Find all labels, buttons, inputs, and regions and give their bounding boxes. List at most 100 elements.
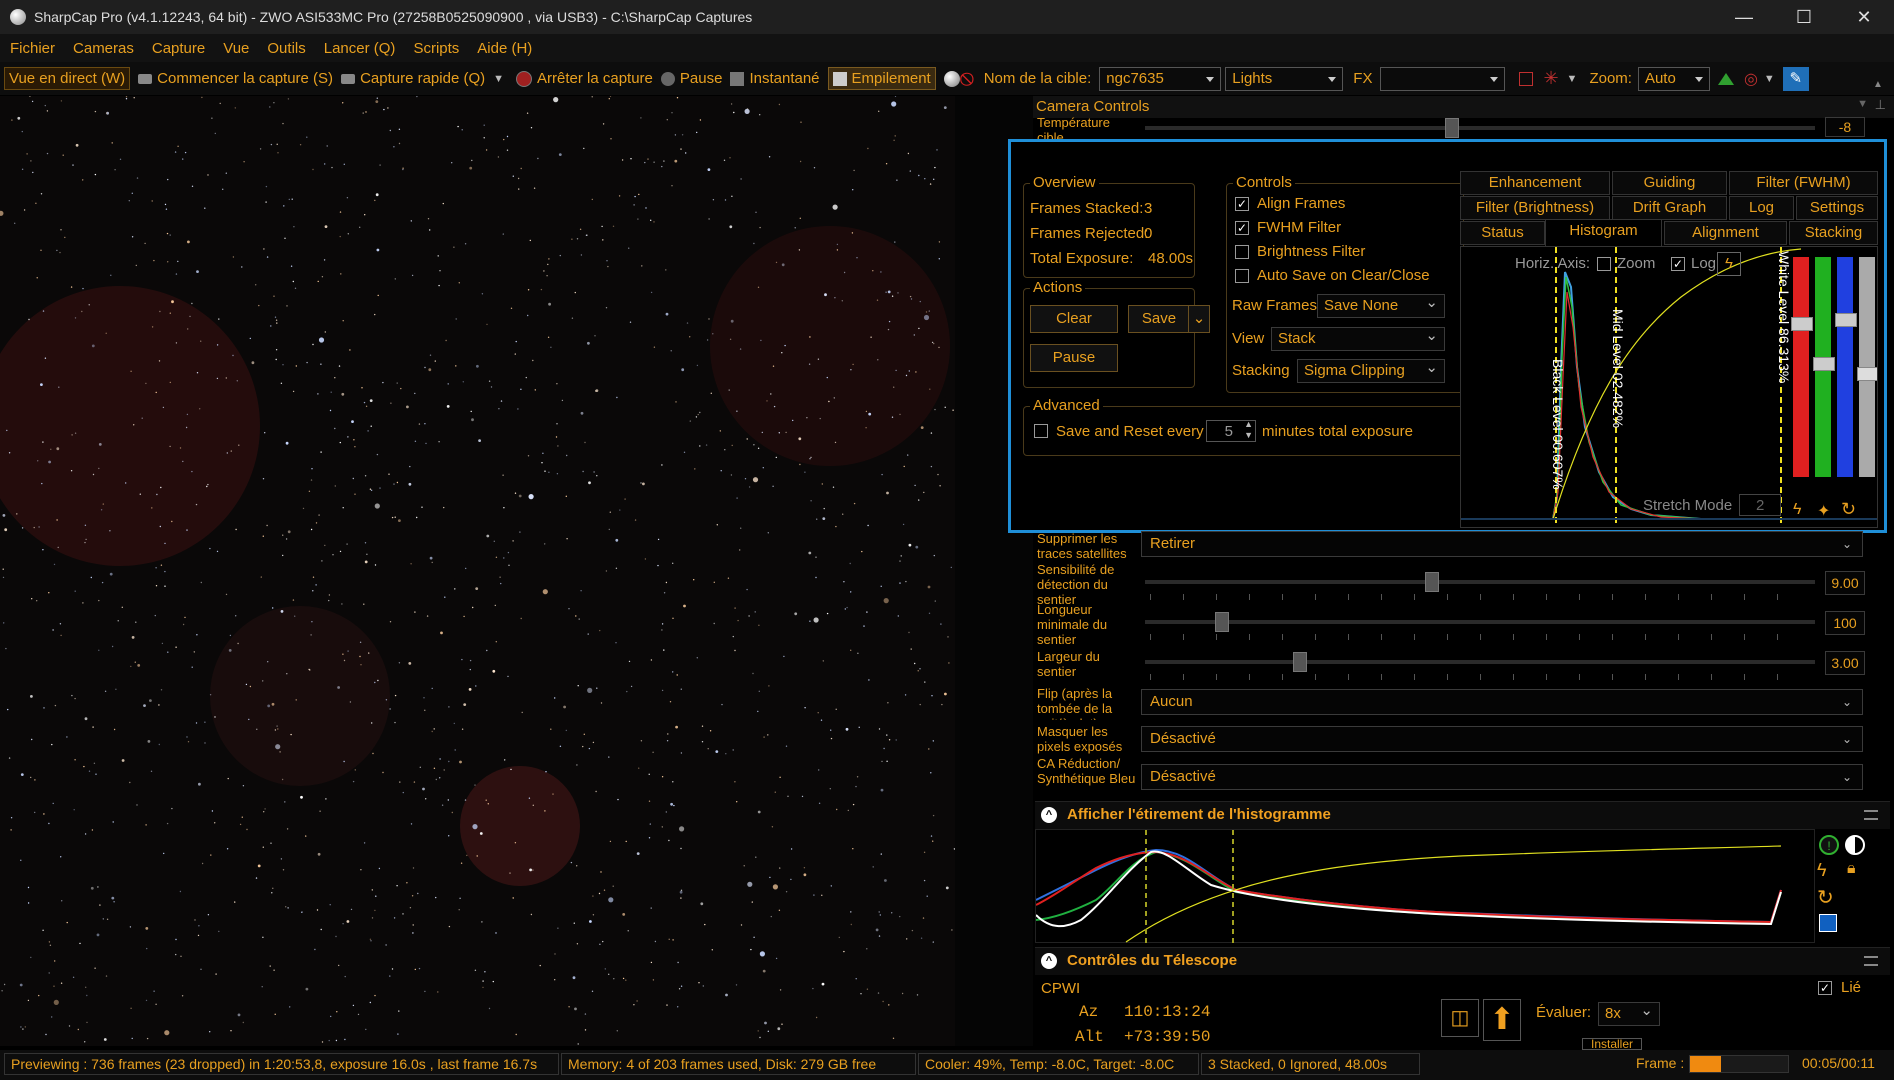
- section-menu-icon[interactable]: [1864, 956, 1878, 966]
- pen-icon[interactable]: ✎: [1782, 66, 1809, 91]
- blue-slider[interactable]: [1835, 257, 1857, 477]
- min-trail-length-slider[interactable]: [1145, 612, 1815, 632]
- tab-settings[interactable]: Settings: [1796, 196, 1878, 220]
- spin-down-icon[interactable]: ▼: [1244, 430, 1253, 440]
- linked-checkbox[interactable]: ✓: [1818, 981, 1832, 995]
- save-button[interactable]: Save: [1128, 305, 1190, 333]
- save-icon[interactable]: [1819, 914, 1837, 932]
- live-view-button[interactable]: Vue en direct (W): [4, 67, 131, 90]
- histogram-icon[interactable]: [1717, 72, 1734, 85]
- tab-guiding[interactable]: Guiding: [1612, 171, 1727, 195]
- scroll-up-icon[interactable]: ▲: [1873, 79, 1883, 90]
- pin-icon[interactable]: ⊥: [1875, 97, 1886, 113]
- chevron-down-icon[interactable]: ▼: [1764, 73, 1775, 85]
- chevron-down-icon[interactable]: ▼: [1567, 73, 1578, 85]
- green-slider[interactable]: [1813, 257, 1835, 477]
- slider-knob[interactable]: [1445, 118, 1459, 138]
- menu-launch[interactable]: Lancer (Q): [324, 40, 396, 57]
- auto-stretch-icon[interactable]: ϟ: [1817, 860, 1827, 881]
- trail-sensitivity-slider[interactable]: [1145, 572, 1815, 592]
- target-temperature-value[interactable]: -8: [1825, 117, 1865, 137]
- pause-stack-button[interactable]: Pause: [1030, 344, 1118, 372]
- zoom-checkbox[interactable]: [1597, 257, 1611, 271]
- menu-scripts[interactable]: Scripts: [413, 40, 459, 57]
- reticle-icon[interactable]: [1519, 71, 1534, 86]
- satellite-trails-select[interactable]: Retirer ⌄: [1141, 531, 1863, 557]
- slider-knob[interactable]: [1813, 357, 1835, 371]
- menu-cameras[interactable]: Cameras: [73, 40, 134, 57]
- install-button[interactable]: Installer: [1582, 1038, 1643, 1050]
- menu-help[interactable]: Aide (H): [477, 40, 532, 57]
- luminance-slider[interactable]: [1857, 257, 1877, 477]
- telescope-controls-header[interactable]: ^ Contrôles du Télescope: [1035, 947, 1890, 975]
- flip-select[interactable]: Aucun ⌄: [1141, 689, 1863, 715]
- lock-icon[interactable]: 🔒︎: [1847, 860, 1856, 878]
- target-name-select[interactable]: ngc7635: [1099, 66, 1222, 91]
- minimize-button[interactable]: —: [1714, 0, 1774, 34]
- slider-knob[interactable]: [1857, 367, 1877, 381]
- stretch-mode-stepper[interactable]: 2: [1739, 494, 1781, 516]
- min-trail-length-value[interactable]: 100: [1825, 611, 1865, 635]
- target-icon[interactable]: ◎: [1744, 69, 1758, 89]
- fx-select[interactable]: [1380, 66, 1506, 91]
- sphere-icon[interactable]: [943, 70, 960, 87]
- slider-knob[interactable]: [1215, 612, 1229, 632]
- slider-knob[interactable]: [1835, 313, 1857, 327]
- contrast-icon[interactable]: [1845, 835, 1865, 855]
- cross-icon[interactable]: ✳: [1543, 68, 1558, 89]
- tab-filter-fwhm[interactable]: Filter (FWHM): [1729, 171, 1878, 195]
- zoom-select[interactable]: Auto: [1637, 66, 1710, 91]
- log-checkbox[interactable]: ✓: [1671, 257, 1685, 271]
- stacking-mode-select[interactable]: Sigma Clipping: [1297, 357, 1445, 383]
- menu-view[interactable]: Vue: [223, 40, 249, 57]
- stop-capture-button[interactable]: Arrêter la capture: [516, 70, 653, 87]
- save-dropdown-button[interactable]: ⌄: [1188, 305, 1210, 333]
- camera-preview-image[interactable]: [0, 96, 955, 1046]
- view-select[interactable]: Stack: [1271, 325, 1445, 351]
- menu-capture[interactable]: Capture: [152, 40, 205, 57]
- collapse-icon[interactable]: ^: [1041, 953, 1057, 969]
- histogram-stretch-header[interactable]: ^ Afficher l'étirement de l'histogramme: [1035, 801, 1890, 829]
- histogram-stretch-chart[interactable]: [1035, 829, 1815, 944]
- stacking-button[interactable]: Empilement: [827, 67, 936, 90]
- red-slider[interactable]: [1791, 257, 1813, 477]
- save-reset-checkbox[interactable]: [1034, 424, 1048, 438]
- start-capture-button[interactable]: Commencer la capture (S): [138, 70, 333, 87]
- menu-tools[interactable]: Outils: [267, 40, 305, 57]
- tab-status[interactable]: Status: [1460, 221, 1545, 245]
- quick-capture-button[interactable]: Capture rapide (Q) ▼: [341, 70, 504, 87]
- trail-width-slider[interactable]: [1145, 652, 1815, 672]
- raw-frames-select[interactable]: Save None: [1317, 292, 1445, 318]
- menu-file[interactable]: Fichier: [10, 40, 55, 57]
- tab-enhancement[interactable]: Enhancement: [1460, 171, 1610, 195]
- chevron-down-icon[interactable]: ▼: [1857, 98, 1868, 110]
- rate-select[interactable]: 8x: [1598, 1000, 1660, 1026]
- target-temperature-slider[interactable]: [1145, 118, 1815, 138]
- save-reset-stepper[interactable]: 5 ▲ ▼: [1206, 419, 1256, 442]
- tab-filter-brightness[interactable]: Filter (Brightness): [1460, 196, 1610, 220]
- trail-width-value[interactable]: 3.00: [1825, 651, 1865, 675]
- reset-icon[interactable]: ↻: [1841, 499, 1856, 520]
- collapse-icon[interactable]: ^: [1041, 807, 1057, 823]
- frame-type-select[interactable]: Lights: [1225, 66, 1344, 91]
- histogram-info-icon[interactable]: !: [1819, 835, 1839, 855]
- spiral-icon[interactable]: ◫: [1441, 999, 1479, 1037]
- maximize-button[interactable]: ☐: [1774, 0, 1834, 34]
- chevron-down-icon[interactable]: ▼: [493, 73, 504, 85]
- close-button[interactable]: ✕: [1834, 0, 1894, 34]
- section-menu-icon[interactable]: [1864, 810, 1878, 820]
- clear-button[interactable]: Clear: [1030, 305, 1118, 333]
- auto-stretch-icon[interactable]: ϟ: [1793, 501, 1801, 519]
- auto-stretch-icon[interactable]: ϟ: [1717, 252, 1741, 276]
- pause-button[interactable]: Pause: [660, 70, 722, 87]
- arrow-up-icon[interactable]: ⬆: [1483, 999, 1521, 1041]
- mask-pixels-select[interactable]: Désactivé ⌄: [1141, 726, 1863, 752]
- tab-alignment[interactable]: Alignment: [1664, 221, 1787, 245]
- brightness-filter-checkbox[interactable]: [1235, 245, 1249, 259]
- tab-stacking[interactable]: Stacking: [1789, 221, 1878, 245]
- spin-up-icon[interactable]: ▲: [1244, 419, 1253, 429]
- slider-knob[interactable]: [1293, 652, 1307, 672]
- auto-save-checkbox[interactable]: [1235, 269, 1249, 283]
- fwhm-filter-checkbox[interactable]: ✓: [1235, 221, 1249, 235]
- align-frames-checkbox[interactable]: ✓: [1235, 197, 1249, 211]
